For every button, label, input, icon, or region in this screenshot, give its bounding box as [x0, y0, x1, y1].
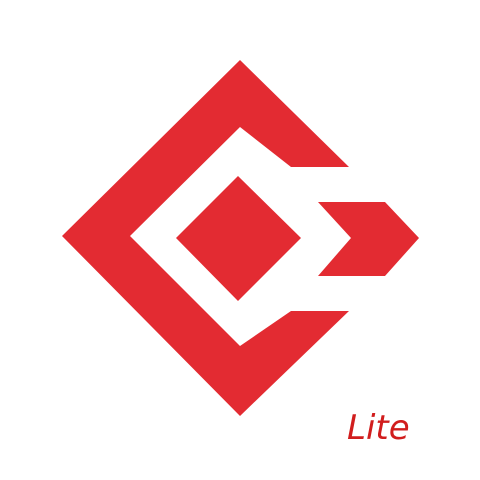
edition-label: Lite	[347, 408, 410, 448]
logo-arrow	[318, 202, 419, 276]
logo-center-diamond	[176, 176, 301, 301]
app-icon: Lite	[0, 0, 480, 480]
